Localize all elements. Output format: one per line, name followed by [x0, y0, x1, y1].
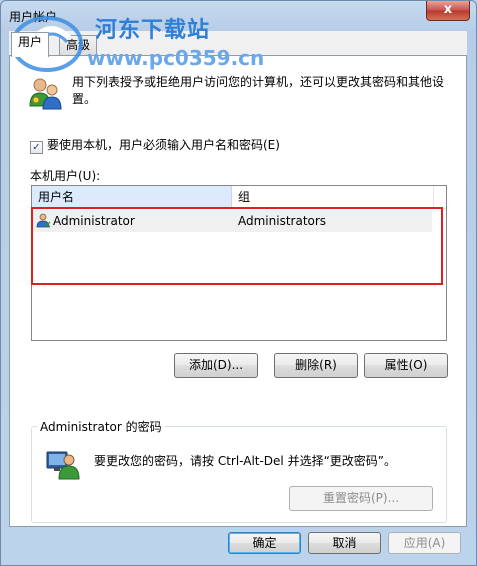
properties-button[interactable]: 属性(O): [364, 353, 448, 378]
reset-password-button[interactable]: 重置密码(P)...: [289, 486, 433, 511]
require-login-row[interactable]: ✓ 要使用本机，用户必须输入用户名和密码(E): [30, 136, 280, 154]
users-icon: [29, 78, 62, 110]
user-icon: [36, 213, 51, 228]
user-accounts-window: 用户帐户 x 用户 高级 用下列表授予或拒绝用户访问您的计算机，还可以更改其密码…: [0, 0, 477, 566]
local-users-list[interactable]: 用户名 组 Administrator Administrators: [31, 185, 447, 341]
password-groupbox-title: Administrator 的密码: [37, 418, 165, 435]
ok-button[interactable]: 确定: [228, 532, 301, 554]
local-users-label: 本机用户(U):: [30, 169, 101, 183]
group-cell: Administrators: [238, 214, 327, 228]
require-login-label[interactable]: 要使用本机，用户必须输入用户名和密码(E): [47, 138, 280, 152]
user-password-icon: [46, 451, 80, 480]
description-text: 用下列表授予或拒绝用户访问您的计算机，还可以更改其密码和其他设置。: [72, 75, 445, 106]
remove-user-button[interactable]: 删除(R): [274, 353, 358, 378]
require-login-checkbox[interactable]: ✓: [30, 141, 43, 154]
apply-button[interactable]: 应用(A): [388, 532, 461, 554]
window-title: 用户帐户: [9, 10, 58, 24]
column-header-username[interactable]: 用户名: [32, 186, 232, 208]
username-cell: Administrator: [36, 210, 135, 232]
dialog-client-area: 用户 高级 用下列表授予或拒绝用户访问您的计算机，还可以更改其密码和其他设置。 …: [9, 31, 467, 527]
password-instructions: 要更改您的密码，请按 Ctrl-Alt-Del 并选择“更改密码”。: [94, 454, 397, 468]
username-text: Administrator: [53, 214, 135, 228]
table-row[interactable]: Administrator Administrators: [32, 210, 432, 232]
tab-strip: 用户 高级: [9, 31, 467, 57]
tab-advanced[interactable]: 高级: [59, 35, 98, 56]
close-button[interactable]: x: [426, 1, 470, 21]
add-user-button[interactable]: 添加(D)...: [174, 353, 258, 378]
column-header-group[interactable]: 组: [232, 186, 434, 208]
users-tab-panel: 用下列表授予或拒绝用户访问您的计算机，还可以更改其密码和其他设置。 ✓ 要使用本机…: [9, 55, 467, 527]
tab-users[interactable]: 用户: [11, 32, 50, 57]
title-bar[interactable]: 用户帐户 x: [1, 1, 476, 29]
cancel-button[interactable]: 取消: [308, 532, 381, 554]
list-header: 用户名 组: [32, 186, 446, 209]
